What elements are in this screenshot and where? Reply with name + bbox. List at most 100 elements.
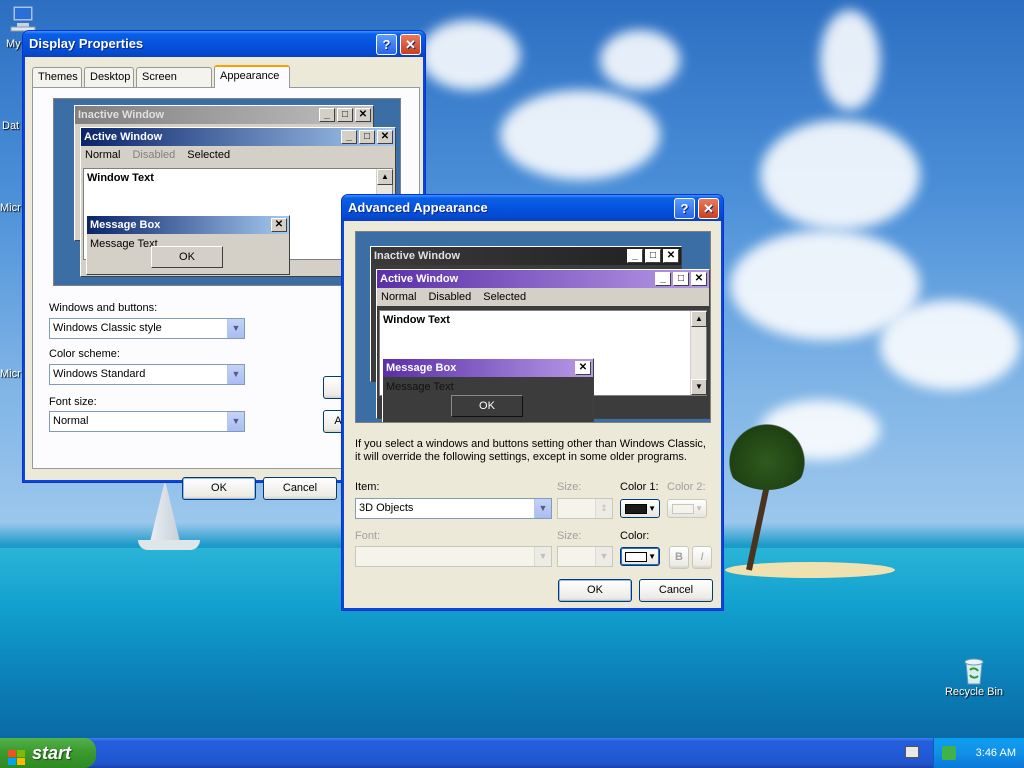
close-icon: ✕ — [691, 272, 707, 286]
adv-preview-msgbox-title: Message Box — [386, 362, 457, 374]
minimize-icon: _ — [341, 130, 357, 144]
adv-preview-msgbox-text: Message Text — [386, 381, 454, 393]
adv-preview-menu-selected: Selected — [483, 291, 527, 303]
item-label: Item: — [355, 481, 380, 493]
recycle-bin-icon — [959, 656, 989, 685]
network-tray-icon[interactable] — [942, 746, 956, 760]
ok-button[interactable]: OK — [182, 477, 256, 500]
preview-menu-disabled: Disabled — [132, 149, 176, 161]
color2-label: Color 2: — [667, 481, 706, 493]
font-size-select[interactable]: Normal ▼ — [49, 411, 245, 432]
preview-active-title: Active Window — [84, 131, 163, 143]
preview-inactive-titlebar: Inactive Window _ □ ✕ — [75, 106, 373, 124]
spinner-icon: ⇕ — [595, 499, 612, 518]
palm-leaves — [722, 420, 812, 490]
italic-button: I — [692, 546, 712, 569]
close-button[interactable]: ✕ — [698, 198, 719, 219]
cancel-button[interactable]: Cancel — [263, 477, 337, 500]
minimize-icon: _ — [655, 272, 671, 286]
preview-msgbox-text: Message Text — [90, 238, 158, 250]
keyboard-tray-icon[interactable] — [905, 746, 919, 758]
item-select[interactable]: 3D Objects ▼ — [355, 498, 552, 519]
tab-screen-saver[interactable]: Screen Saver — [136, 67, 212, 102]
chevron-down-icon[interactable]: ▼ — [227, 319, 244, 338]
adv-preview-menu-normal: Normal — [381, 291, 417, 303]
adv-preview-msgbox-titlebar: Message Box ✕ — [383, 359, 593, 377]
bold-button: B — [669, 546, 689, 569]
close-icon: ✕ — [355, 108, 371, 122]
font-size-select: ▼ — [557, 546, 613, 567]
item-size-label: Size: — [557, 481, 582, 493]
system-tray: 3:46 AM — [933, 738, 1024, 768]
chevron-down-icon[interactable]: ▼ — [227, 412, 244, 431]
font-color-swatch — [625, 552, 647, 562]
minimize-icon: _ — [319, 108, 335, 122]
color1-label: Color 1: — [620, 481, 659, 493]
desktop-icon-recycle-bin[interactable]: Recycle Bin — [940, 656, 1008, 698]
preview-msgbox-ok: OK — [151, 246, 223, 268]
scroll-up-icon: ▲ — [377, 169, 393, 185]
color1-picker[interactable]: ▼ — [620, 499, 660, 518]
close-icon: ✕ — [663, 249, 679, 263]
color2-picker: ▼ — [667, 499, 707, 518]
color-scheme-label: Color scheme: — [49, 348, 120, 360]
windows-buttons-label: Windows and buttons: — [49, 302, 158, 314]
maximize-icon: □ — [337, 108, 353, 122]
color-scheme-select[interactable]: Windows Standard ▼ — [49, 364, 245, 385]
font-select: ▼ — [355, 546, 552, 567]
advanced-appearance-window: Advanced Appearance ? ✕ Inactive Window … — [341, 194, 724, 611]
color1-swatch — [625, 504, 647, 514]
desktop-icon-label: Recycle Bin — [944, 686, 1004, 698]
window-title: Display Properties — [29, 36, 144, 51]
font-size-label: Font size: — [49, 396, 97, 408]
start-button[interactable]: start — [0, 738, 96, 768]
window-title: Advanced Appearance — [348, 200, 488, 215]
windows-logo-icon — [8, 745, 26, 765]
adv-preview-active-titlebar: Active Window _ □ ✕ — [377, 270, 709, 288]
taskbar — [0, 738, 1024, 768]
adv-preview-scrollbar: ▲ ▼ — [690, 311, 707, 395]
adv-preview-menu-disabled: Disabled — [428, 291, 472, 303]
adv-preview-window-text: Window Text — [383, 314, 450, 326]
chevron-down-icon: ▼ — [648, 552, 656, 561]
adv-preview-message-box: Message Box ✕ Message Text OK — [382, 358, 594, 422]
ok-button[interactable]: OK — [558, 579, 632, 602]
advanced-appearance-titlebar[interactable]: Advanced Appearance ? ✕ — [342, 195, 723, 221]
sailboat-sail — [150, 480, 180, 542]
cloud — [500, 90, 660, 180]
close-icon: ✕ — [271, 218, 287, 232]
font-color-picker[interactable]: ▼ — [620, 547, 660, 566]
adv-preview-inactive-titlebar: Inactive Window _ □ ✕ — [371, 247, 681, 265]
chevron-down-icon[interactable]: ▼ — [534, 499, 551, 518]
cloud — [760, 120, 920, 230]
tab-desktop[interactable]: Desktop — [84, 67, 134, 87]
maximize-icon: □ — [645, 249, 661, 263]
color2-swatch — [672, 504, 694, 514]
preview-active-titlebar: Active Window _ □ ✕ — [81, 128, 395, 146]
advanced-appearance-body: Inactive Window _ □ ✕ Active Window _ □ … — [345, 221, 720, 607]
font-color-label: Color: — [620, 530, 650, 542]
advanced-preview: Inactive Window _ □ ✕ Active Window _ □ … — [355, 231, 711, 423]
chevron-down-icon: ▼ — [648, 504, 656, 513]
scroll-up-icon: ▲ — [691, 311, 707, 327]
chevron-down-icon[interactable]: ▼ — [227, 365, 244, 384]
close-button[interactable]: ✕ — [400, 34, 421, 55]
windows-buttons-select[interactable]: Windows Classic style ▼ — [49, 318, 245, 339]
display-properties-titlebar[interactable]: Display Properties ? ✕ — [23, 31, 425, 57]
preview-menu-bar: Normal Disabled Selected — [81, 146, 395, 164]
preview-menu-selected: Selected — [187, 149, 231, 161]
cloud — [420, 20, 520, 90]
tab-appearance[interactable]: Appearance — [214, 65, 290, 88]
cloud — [820, 10, 880, 110]
cloud — [600, 30, 680, 90]
preview-menu-normal: Normal — [85, 149, 121, 161]
help-button[interactable]: ? — [376, 34, 397, 55]
help-button[interactable]: ? — [674, 198, 695, 219]
chevron-down-icon: ▼ — [595, 547, 612, 566]
clock[interactable]: 3:46 AM — [976, 747, 1016, 759]
windows-buttons-value: Windows Classic style — [53, 322, 162, 334]
adv-preview-inactive-title: Inactive Window — [374, 250, 461, 262]
cancel-button[interactable]: Cancel — [639, 579, 713, 602]
tab-themes[interactable]: Themes — [32, 67, 82, 87]
item-size-spinner: ⇕ — [557, 498, 613, 519]
